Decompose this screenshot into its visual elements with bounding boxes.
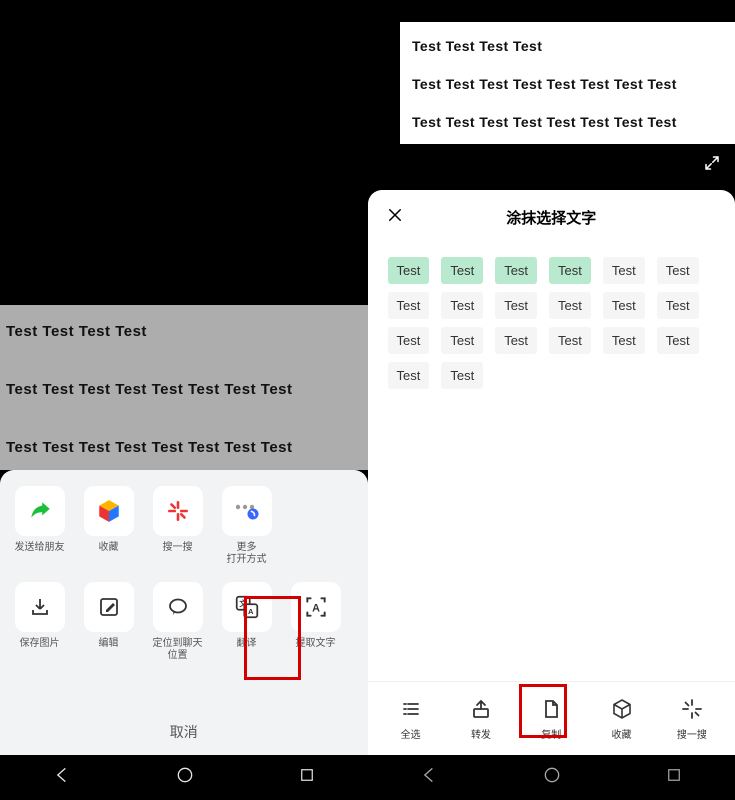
bb-label: 搜一搜 <box>677 726 707 741</box>
sheet-item-save[interactable]: 保存图片 <box>6 578 73 670</box>
download-icon <box>28 595 52 619</box>
sheet-item-label: 收藏 <box>99 542 119 554</box>
preview-line: Test Test Test Test Test Test Test Test <box>6 381 362 398</box>
system-nav-bar <box>0 755 368 800</box>
text-token[interactable]: Test <box>441 257 483 284</box>
forward-icon <box>469 697 493 721</box>
sheet-item-label: 定位到聊天 位置 <box>153 638 203 662</box>
sheet-item-label: 搜一搜 <box>163 542 193 554</box>
sheet-item-label: 发送给朋友 <box>15 542 65 554</box>
bb-label: 全选 <box>401 726 421 741</box>
text-token[interactable]: Test <box>495 327 537 354</box>
sheet-item-edit[interactable]: 编辑 <box>75 578 142 670</box>
chat-icon <box>166 595 190 619</box>
sheet-item-label: 编辑 <box>99 638 119 650</box>
text-token[interactable]: Test <box>388 362 430 389</box>
right-screenshot: Test Test Test Test Test Test Test Test … <box>368 0 735 800</box>
cube-icon <box>96 498 122 524</box>
nav-home-icon[interactable] <box>542 765 562 790</box>
spark-icon <box>165 498 191 524</box>
text-token[interactable]: Test <box>441 327 483 354</box>
nav-recent-icon[interactable] <box>298 766 316 789</box>
nav-back-icon[interactable] <box>52 765 72 790</box>
text-token[interactable]: Test <box>657 292 699 319</box>
edit-icon <box>97 595 121 619</box>
text-select-panel: 涂抹选择文字 TestTestTestTestTestTestTestTestT… <box>368 190 735 755</box>
panel-bottom-bar: 全选 转发 复制 收藏 搜一搜 <box>368 681 735 755</box>
nav-back-icon[interactable] <box>419 765 439 790</box>
preview-line: Test Test Test Test Test Test Test Test <box>6 439 362 456</box>
text-token[interactable]: Test <box>388 257 430 284</box>
close-icon[interactable] <box>386 206 404 229</box>
card-line: Test Test Test Test Test Test Test Test <box>412 114 723 130</box>
bb-favorite[interactable]: 收藏 <box>594 697 650 741</box>
bb-select-all[interactable]: 全选 <box>383 697 439 741</box>
translate-icon: 文A <box>234 594 260 620</box>
text-token[interactable]: Test <box>549 327 591 354</box>
text-token[interactable]: Test <box>657 257 699 284</box>
fav-cube-icon <box>610 697 634 721</box>
more-icon <box>232 497 262 525</box>
left-black-area <box>0 0 368 305</box>
svg-text:A: A <box>312 602 320 614</box>
panel-title: 涂抹选择文字 <box>404 207 700 228</box>
sheet-row-1: 发送给朋友 收藏 搜一搜 更多 打开方式 <box>2 482 366 574</box>
sheet-cancel-button[interactable]: 取消 <box>2 709 366 755</box>
text-token[interactable]: Test <box>603 327 645 354</box>
svg-text:A: A <box>248 607 254 616</box>
text-token[interactable]: Test <box>603 257 645 284</box>
right-black-area: Test Test Test Test Test Test Test Test … <box>368 0 735 190</box>
sheet-item-label: 翻译 <box>237 638 257 650</box>
text-token[interactable]: Test <box>495 292 537 319</box>
sheet-item-label: 提取文字 <box>296 638 336 650</box>
sheet-item-label: 更多 打开方式 <box>227 542 267 566</box>
sheet-item-more[interactable]: 更多 打开方式 <box>213 482 280 574</box>
sheet-item-extract-text[interactable]: A 提取文字 <box>282 578 349 670</box>
nav-home-icon[interactable] <box>175 765 195 790</box>
text-token[interactable]: Test <box>388 292 430 319</box>
sheet-item-label: 保存图片 <box>20 638 60 650</box>
text-token[interactable]: Test <box>603 292 645 319</box>
extract-text-icon: A <box>303 594 329 620</box>
bb-search[interactable]: 搜一搜 <box>664 697 720 741</box>
sheet-row-2: 保存图片 编辑 定位到聊天 位置 文A 翻译 A 提取文字 <box>2 578 366 670</box>
action-sheet: 发送给朋友 收藏 搜一搜 更多 打开方式 保存图片 <box>0 470 368 755</box>
token-area[interactable]: Test Test Test Test Test Test Test Test Test Test… <box>368 239 735 397</box>
system-nav-bar <box>368 755 735 800</box>
share-arrow-icon <box>27 498 53 524</box>
text-token[interactable]: Test <box>388 327 430 354</box>
expand-icon[interactable] <box>703 154 721 177</box>
nav-recent-icon[interactable] <box>665 766 683 789</box>
sheet-item-search[interactable]: 搜一搜 <box>144 482 211 574</box>
svg-text:文: 文 <box>239 598 247 608</box>
left-image-preview: Test Test Test Test Test Test Test Test … <box>0 305 368 470</box>
bb-copy[interactable]: 复制 <box>523 697 579 741</box>
text-token[interactable]: Test <box>549 257 591 284</box>
sheet-item-share[interactable]: 发送给朋友 <box>6 482 73 574</box>
preview-line: Test Test Test Test <box>6 323 362 340</box>
bb-label: 复制 <box>541 726 561 741</box>
select-all-icon <box>399 697 423 721</box>
text-token[interactable]: Test <box>549 292 591 319</box>
bb-label: 收藏 <box>612 726 632 741</box>
sheet-item-locate-chat[interactable]: 定位到聊天 位置 <box>144 578 211 670</box>
bb-forward[interactable]: 转发 <box>453 697 509 741</box>
sheet-item-translate[interactable]: 文A 翻译 <box>213 578 280 670</box>
left-screenshot: Test Test Test Test Test Test Test Test … <box>0 0 368 800</box>
spark-outline-icon <box>680 697 704 721</box>
bb-label: 转发 <box>471 726 491 741</box>
card-line: Test Test Test Test Test Test Test Test <box>412 76 723 92</box>
text-token[interactable]: Test <box>657 327 699 354</box>
text-token[interactable]: Test <box>495 257 537 284</box>
copy-icon <box>539 697 563 721</box>
panel-header: 涂抹选择文字 <box>368 190 735 239</box>
right-image-card: Test Test Test Test Test Test Test Test … <box>400 22 735 144</box>
sheet-item-favorite[interactable]: 收藏 <box>75 482 142 574</box>
text-token[interactable]: Test <box>441 362 483 389</box>
card-line: Test Test Test Test <box>412 38 723 54</box>
text-token[interactable]: Test <box>441 292 483 319</box>
cancel-label: 取消 <box>170 722 198 742</box>
